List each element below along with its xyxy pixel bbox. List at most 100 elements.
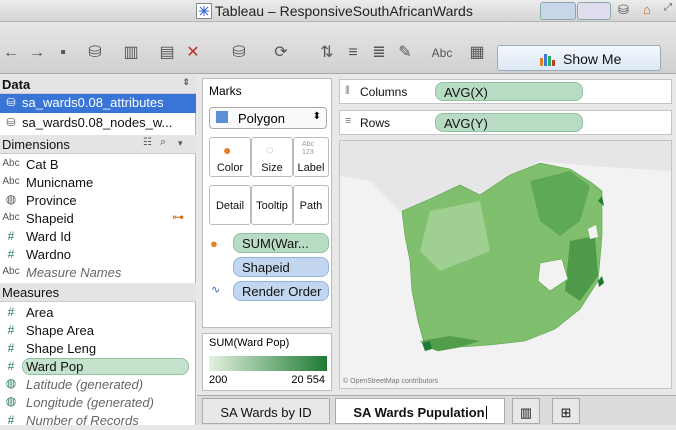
search-icon[interactable]: ⌕	[160, 136, 166, 149]
map-view[interactable]: © OpenStreetMap contributors	[339, 140, 672, 389]
new-worksheet-tab-button[interactable]: ▥	[512, 398, 540, 424]
datasource-item-attributes[interactable]: ⛁ sa_wards0.08_attributes	[0, 94, 196, 113]
detail-button[interactable]: Detail	[209, 185, 251, 225]
chevron-down-icon[interactable]: ▾	[178, 138, 183, 149]
field-label: Province	[26, 193, 77, 208]
rows-shelf[interactable]: ≡ Rows AVG(Y)	[339, 110, 672, 135]
view-toggle-icon[interactable]: ☷	[143, 137, 152, 148]
data-menu-icon[interactable]: ⛁	[228, 42, 250, 64]
string-type-icon: Abc	[2, 212, 20, 223]
forward-icon[interactable]: →	[26, 42, 48, 64]
text-cursor	[485, 406, 487, 419]
field-label: Longitude (generated)	[26, 395, 154, 410]
measure-item-area[interactable]: # Area	[0, 304, 196, 322]
map-attribution: © OpenStreetMap contributors	[343, 378, 439, 385]
field-label: Cat B	[26, 157, 59, 172]
sort-desc-icon[interactable]: ≣	[368, 42, 390, 64]
save-icon[interactable]: ▪	[52, 42, 74, 64]
tab-sa-wards-population[interactable]: SA Wards Pupulation	[335, 398, 505, 424]
dimension-item-municname[interactable]: Abc Municname	[0, 174, 196, 192]
measures-label: Measures	[2, 285, 60, 300]
home-icon[interactable]: ⌂	[643, 2, 651, 17]
tab-label: SA Wards by ID	[220, 405, 312, 420]
fit-icon[interactable]: ▦	[466, 42, 488, 64]
columns-label: Columns	[360, 85, 408, 99]
measure-item-latitude[interactable]: ◍ Latitude (generated)	[0, 376, 196, 394]
abc-label-icon[interactable]: Abc	[428, 42, 456, 64]
dimension-item-measure-names[interactable]: Abc Measure Names	[0, 264, 196, 282]
dimension-item-province[interactable]: ◍ Province	[0, 192, 196, 210]
mark-type-dropdown[interactable]: Polygon ⬍	[209, 107, 327, 129]
number-type-icon: #	[7, 305, 15, 319]
new-worksheet-icon[interactable]: ▥	[120, 42, 142, 64]
legend-max: 20 554	[291, 374, 325, 386]
cards-pane: Marks Polygon ⬍ ● Color ◌ Size Abc 123 L…	[197, 75, 336, 395]
size-button[interactable]: ◌ Size	[251, 137, 293, 177]
dimension-item-cat-b[interactable]: Abc Cat B	[0, 156, 196, 174]
fullscreen-icon[interactable]: ⤢	[664, 2, 672, 13]
pill-label: AVG(X)	[444, 85, 488, 100]
legend-gradient[interactable]	[209, 356, 327, 371]
number-type-icon: #	[7, 359, 15, 373]
datasource-icon: ⛁	[6, 97, 16, 109]
pill-label: AVG(Y)	[444, 116, 488, 131]
dimensions-header: Dimensions ☷ ⌕ ▾	[0, 135, 196, 154]
legend-min: 200	[209, 374, 228, 386]
swap-icon[interactable]: ⇅	[316, 42, 338, 64]
sort-asc-icon[interactable]: ≡	[342, 42, 364, 64]
tooltip-button[interactable]: Tooltip	[251, 185, 293, 225]
dimension-item-shapeid[interactable]: Abc Shapeid ⊶	[0, 210, 196, 228]
label-icon: Abc 123	[302, 141, 315, 156]
field-label: Ward Id	[26, 229, 72, 244]
refresh-icon[interactable]: ⟳	[270, 42, 292, 64]
field-label: Ward Pop	[26, 359, 84, 374]
clear-sheet-icon[interactable]: ✕	[182, 42, 204, 64]
layout-button-1[interactable]	[540, 2, 576, 20]
back-icon[interactable]: ←	[0, 42, 22, 64]
measure-item-shape-leng[interactable]: # Shape Leng	[0, 340, 196, 358]
size-label: Size	[261, 162, 283, 174]
color-button[interactable]: ● Color	[209, 137, 251, 177]
legend-title: SUM(Ward Pop)	[209, 337, 290, 349]
pill-shapeid[interactable]: Shapeid	[233, 257, 329, 277]
new-dashboard-tab-button[interactable]: ⊞	[552, 398, 580, 424]
field-label: Number of Records	[26, 413, 139, 428]
new-datasource-icon[interactable]: ⛁	[84, 42, 106, 64]
show-me-button[interactable]: Show Me	[497, 45, 661, 71]
size-icon: ◌	[266, 142, 274, 157]
number-type-icon: #	[7, 229, 15, 243]
tab-sa-wards-by-id[interactable]: SA Wards by ID	[202, 398, 330, 424]
pill-label: SUM(War...	[242, 236, 309, 251]
string-type-icon: Abc	[2, 176, 20, 187]
path-button[interactable]: Path	[293, 185, 329, 225]
dimension-item-ward-id[interactable]: # Ward Id	[0, 228, 196, 246]
label-button[interactable]: Abc 123 Label	[293, 137, 329, 177]
map-svg[interactable]	[340, 141, 672, 389]
layout-button-2[interactable]	[577, 2, 611, 20]
database-icon[interactable]: ⛁	[618, 2, 629, 18]
field-label: Measure Names	[26, 265, 122, 280]
measure-item-ward-pop[interactable]: # Ward Pop	[0, 358, 196, 376]
measure-item-longitude[interactable]: ◍ Longitude (generated)	[0, 394, 196, 412]
window-title: Tableau – ResponsiveSouthAfricanWards	[215, 3, 473, 19]
marks-card: Marks Polygon ⬍ ● Color ◌ Size Abc 123 L…	[202, 78, 332, 328]
pill-avg-y[interactable]: AVG(Y)	[435, 113, 583, 132]
pill-render-order[interactable]: Render Order	[233, 281, 329, 301]
show-me-label: Show Me	[563, 51, 622, 67]
columns-shelf[interactable]: ⦀ Columns AVG(X)	[339, 79, 672, 104]
tooltip-label: Tooltip	[256, 200, 288, 212]
pill-sum-ward-pop[interactable]: SUM(War...	[233, 233, 329, 253]
dimension-item-wardno[interactable]: # Wardno	[0, 246, 196, 264]
measure-item-number-of-records[interactable]: # Number of Records	[0, 412, 196, 430]
tab-label: SA Wards Pupulation	[353, 405, 485, 420]
pill-avg-x[interactable]: AVG(X)	[435, 82, 583, 101]
duplicate-sheet-icon[interactable]: ▤	[156, 42, 178, 64]
paperclip-icon[interactable]: ✎	[394, 42, 416, 64]
field-label: Municname	[26, 175, 94, 190]
datasource-item-nodes[interactable]: ⛁ sa_wards0.08_nodes_w...	[0, 114, 196, 132]
number-type-icon: #	[7, 247, 15, 261]
sort-toggle-icon[interactable]: ⇕	[182, 77, 190, 88]
field-label: Latitude (generated)	[26, 377, 144, 392]
datasource-icon: ⛁	[6, 117, 16, 129]
measure-item-shape-area[interactable]: # Shape Area	[0, 322, 196, 340]
